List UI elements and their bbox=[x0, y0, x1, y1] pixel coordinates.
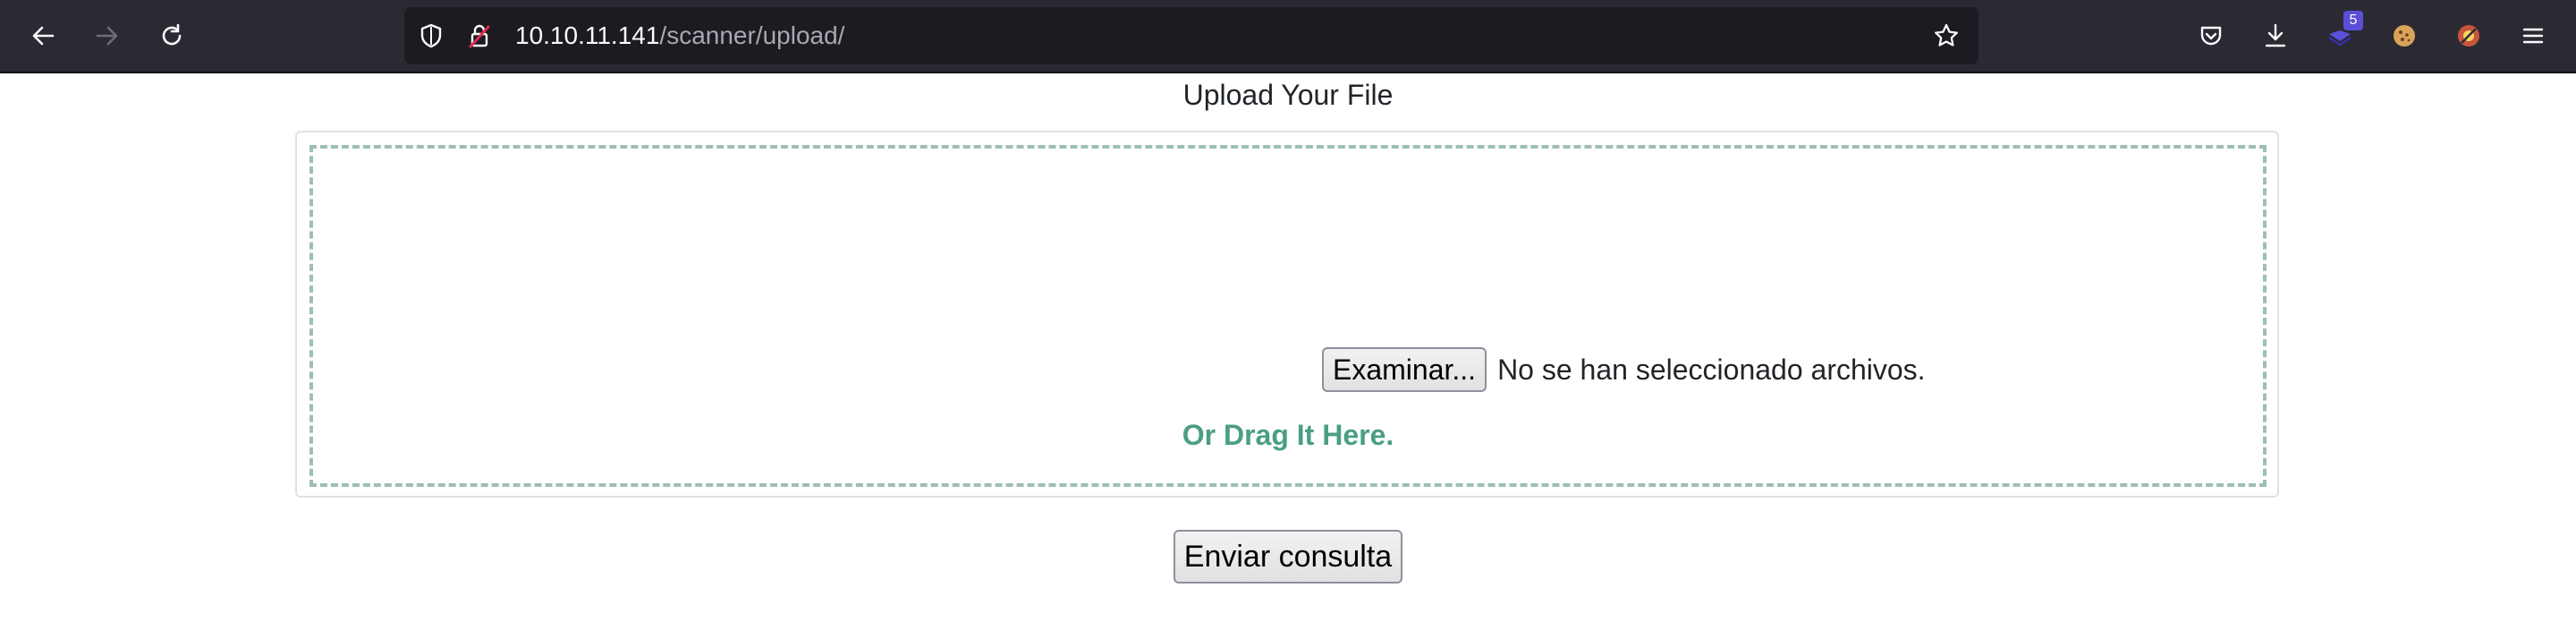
hamburger-menu-icon bbox=[2522, 28, 2544, 44]
star-icon[interactable] bbox=[1932, 21, 1961, 50]
file-status-text: No se han seleccionado archivos. bbox=[1497, 353, 1926, 386]
back-button[interactable] bbox=[25, 18, 61, 54]
pocket-button[interactable] bbox=[2193, 18, 2229, 54]
extension-button-3[interactable] bbox=[2451, 18, 2487, 54]
extension-icon bbox=[2458, 25, 2479, 47]
pocket-icon bbox=[2200, 26, 2222, 46]
extension-button-1[interactable]: 5 bbox=[2322, 11, 2363, 54]
address-bar[interactable]: 10.10.11.141/scanner/upload/ bbox=[404, 7, 1979, 64]
browser-toolbar: 10.10.11.141/scanner/upload/ 5 bbox=[0, 0, 2576, 73]
extension-button-cookie[interactable] bbox=[2386, 18, 2422, 54]
reload-icon bbox=[162, 23, 182, 46]
reload-button[interactable] bbox=[154, 18, 190, 54]
shield-icon[interactable] bbox=[417, 21, 445, 50]
extension-badge: 5 bbox=[2343, 11, 2363, 30]
drag-hint: Or Drag It Here. bbox=[1182, 419, 1394, 451]
cookie-icon bbox=[2394, 25, 2415, 47]
submit-button[interactable]: Enviar consulta bbox=[1174, 530, 1402, 584]
app-menu-button[interactable] bbox=[2515, 18, 2551, 54]
arrow-left-icon bbox=[32, 26, 55, 46]
browse-button[interactable]: Examinar... bbox=[1322, 347, 1487, 392]
file-input[interactable]: Examinar... No se han seleccionado archi… bbox=[1322, 347, 1926, 392]
page-title: Upload Your File bbox=[1182, 79, 1394, 111]
insecure-lock-icon[interactable] bbox=[465, 21, 494, 50]
url-text[interactable]: 10.10.11.141/scanner/upload/ bbox=[515, 21, 844, 50]
downloads-button[interactable] bbox=[2258, 18, 2293, 54]
arrow-right-icon bbox=[96, 26, 118, 46]
download-icon bbox=[2265, 23, 2286, 47]
url-host: 10.10.11.141 bbox=[515, 21, 660, 49]
url-path: /scanner/upload/ bbox=[659, 21, 845, 49]
forward-button[interactable] bbox=[89, 18, 125, 54]
